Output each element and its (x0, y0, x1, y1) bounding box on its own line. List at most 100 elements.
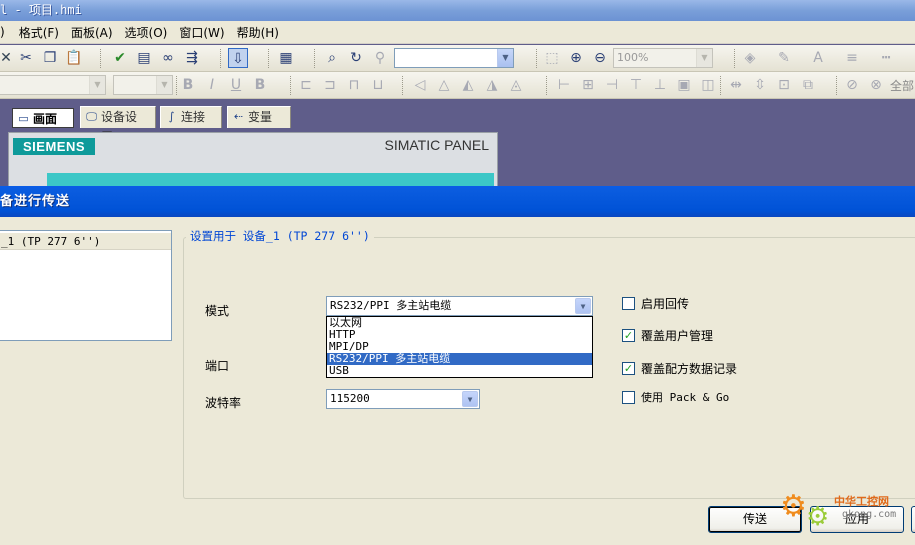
chevron-down-icon: ▼ (696, 49, 712, 67)
watermark-logo: ⚙ ⚙ 中华工控网 gkong.com (780, 490, 910, 535)
italic-icon[interactable]: I (202, 75, 222, 95)
menu-item-window[interactable]: 窗口(W) (173, 24, 230, 41)
chevron-down-icon: ▼ (497, 49, 513, 67)
baud-rate-value: 115200 (330, 392, 370, 405)
align-objects-left-icon[interactable]: ⊢ (554, 75, 574, 95)
chevron-down-icon: ▼ (156, 76, 172, 94)
zoom-area-icon[interactable]: ⬚ (542, 48, 562, 68)
space-vertical-icon[interactable]: ⇳ (750, 75, 770, 95)
chevron-down-icon: ▼ (89, 76, 105, 94)
zoom-out-icon[interactable]: ⊖ (590, 48, 610, 68)
fill-color-icon[interactable]: ◈ (740, 48, 760, 68)
rotate-left-icon[interactable]: ◮ (482, 75, 502, 95)
dialog-title: 备进行传送 (0, 194, 71, 209)
align-objects-top-icon[interactable]: ⊤ (626, 75, 646, 95)
transfer-icon[interactable]: ⇶ (182, 48, 202, 68)
menu-item-format[interactable]: 格式(F) (13, 24, 65, 41)
tab-tags[interactable]: ⇠ 变量 (227, 106, 291, 128)
tab-screen-1[interactable]: ▭ 画面_1 (12, 108, 74, 146)
screen-icon: ▭ (18, 112, 29, 125)
cut-icon[interactable]: ✂ (16, 48, 36, 68)
align-left-icon[interactable]: ⊏ (296, 75, 316, 95)
group-icon[interactable]: ⊘ (842, 75, 862, 95)
layer-icon[interactable]: ▦ (276, 48, 296, 68)
center-icon[interactable]: ⊡ (774, 75, 794, 95)
strikethrough-icon[interactable]: B (250, 75, 270, 95)
checkbox-box[interactable] (622, 297, 635, 310)
refresh-icon[interactable]: ↻ (346, 48, 366, 68)
toolbar-separator (176, 76, 177, 95)
check-icon[interactable]: ✔ (110, 48, 130, 68)
mode-select[interactable]: RS232/PPI 多主站电缆 ▼ (326, 296, 593, 316)
workspace-tab-strip: ▭ 画面_1 🖵 设备设置 ∫ 连接 ⇠ 变量 (0, 100, 915, 146)
menu-item-options[interactable]: 选项(O) (119, 24, 174, 41)
to-front-icon[interactable]: ◫ (698, 75, 718, 95)
chevron-down-icon[interactable]: ▼ (575, 298, 591, 314)
chevron-down-icon[interactable]: ▼ (462, 391, 478, 407)
align-bottom-icon[interactable]: ⊔ (368, 75, 388, 95)
checkbox-label: 使用 Pack & Go (641, 391, 730, 404)
select-all-label[interactable]: 全部 (890, 77, 914, 94)
toolbar-standard: ✕ ✂ ❐ 📋 ✔ ▤ ∞ ⇶ ⇩ ▦ ⌕ ↻ ⚲ ▼ ⬚ ⊕ ⊖ 100% ▼ … (0, 45, 915, 72)
dropdown-option-rs232-ppi[interactable]: RS232/PPI 多主站电缆 (327, 353, 592, 365)
align-objects-right-icon[interactable]: ⊣ (602, 75, 622, 95)
device-list[interactable]: _1 (TP 277 6'') (0, 230, 172, 341)
checkmark-icon[interactable]: ✓ (622, 329, 635, 342)
link-icon[interactable]: ∞ (158, 48, 178, 68)
tab-device-settings[interactable]: 🖵 设备设置 (80, 106, 156, 144)
zoom-in-icon[interactable]: ⊕ (566, 48, 586, 68)
dropdown-option-usb[interactable]: USB (327, 365, 592, 377)
paste-icon[interactable]: 📋 (64, 48, 84, 68)
font-color-icon[interactable]: A (808, 48, 828, 68)
line-color-icon[interactable]: ✎ (774, 48, 794, 68)
dropdown-option-ethernet[interactable]: 以太网 (327, 317, 592, 329)
checkbox-label: 覆盖配方数据记录 (641, 362, 738, 376)
align-objects-center-icon[interactable]: ⊞ (578, 75, 598, 95)
flip-horizontal-icon[interactable]: △ (434, 75, 454, 95)
watermark-brand: 中华工控网 (834, 495, 889, 508)
zoom-combo[interactable]: 100% ▼ (613, 48, 713, 68)
find-icon[interactable]: ⌕ (322, 48, 342, 68)
checkmark-icon[interactable]: ✓ (622, 362, 635, 375)
settings-group-caption: 设置用于 设备_1 (TP 277 6'') (186, 228, 374, 244)
distribute-icon[interactable]: ◁ (410, 75, 430, 95)
cross-reference-icon[interactable]: ⚲ (370, 48, 390, 68)
port-label: 端口 (205, 359, 230, 373)
tab-label: 连接 (181, 110, 206, 124)
delete-icon[interactable]: ✕ (0, 48, 16, 68)
font-size-combo[interactable]: ▼ (113, 75, 173, 95)
font-combo[interactable]: ▼ (0, 75, 106, 95)
ungroup-icon[interactable]: ⊗ (866, 75, 886, 95)
bold-icon[interactable]: B (178, 75, 198, 95)
tag-icon: ⇠ (233, 110, 244, 123)
next-button-edge[interactable] (911, 506, 915, 533)
line-dash-icon[interactable]: ┅ (876, 48, 896, 68)
copy-icon[interactable]: ❐ (40, 48, 60, 68)
baud-rate-select[interactable]: 115200 ▼ (326, 389, 480, 409)
list-item[interactable]: _1 (TP 277 6'') (0, 233, 171, 250)
rotate-right-icon[interactable]: ◬ (506, 75, 526, 95)
toolbar-separator (720, 76, 721, 95)
underline-icon[interactable]: U (226, 75, 246, 95)
mode-dropdown-list[interactable]: 以太网 HTTP MPI/DP RS232/PPI 多主站电缆 USB (326, 316, 593, 378)
toolbar-separator (402, 76, 403, 95)
zoom-value: 100% (617, 51, 649, 64)
line-style-icon[interactable]: ≡ (842, 48, 862, 68)
same-size-icon[interactable]: ▣ (674, 75, 694, 95)
align-top-icon[interactable]: ⊓ (344, 75, 364, 95)
toolbar-separator (268, 49, 269, 68)
align-objects-bottom-icon[interactable]: ⊥ (650, 75, 670, 95)
menu-item-panel[interactable]: 面板(A) (65, 24, 119, 41)
tab-connections[interactable]: ∫ 连接 (160, 106, 222, 128)
flip-vertical-icon[interactable]: ◭ (458, 75, 478, 95)
space-horizontal-icon[interactable]: ⇹ (726, 75, 746, 95)
checkbox-box[interactable] (622, 391, 635, 404)
device-icon: 🖵 (86, 110, 97, 123)
download-icon[interactable]: ⇩ (228, 48, 248, 68)
gear-icon: ⚙ (806, 502, 830, 532)
object-combo[interactable]: ▼ (394, 48, 514, 68)
compile-icon[interactable]: ▤ (134, 48, 154, 68)
menu-item-help[interactable]: 帮助(H) (231, 24, 285, 41)
align-center-icon[interactable]: ⊐ (320, 75, 340, 95)
order-icon[interactable]: ⧉ (798, 75, 818, 95)
